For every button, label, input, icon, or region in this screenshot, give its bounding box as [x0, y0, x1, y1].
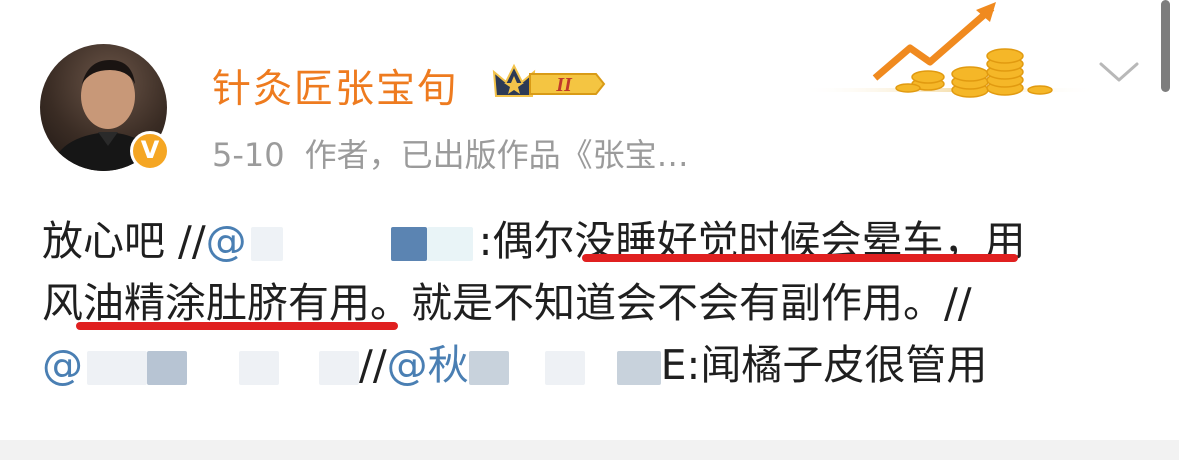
redacted-text — [239, 351, 279, 385]
redacted-text — [390, 227, 427, 261]
rising-chart-coins-icon — [800, 0, 1100, 110]
highlight-underline — [582, 254, 1018, 262]
post-line-3: @ //@秋 E:闻橘子皮很管用 — [42, 334, 1142, 396]
redacted-text — [250, 227, 283, 261]
chevron-down-icon[interactable] — [1096, 56, 1142, 88]
redacted-text — [616, 351, 661, 385]
redacted-text — [468, 351, 509, 385]
mention-link[interactable]: @ — [206, 217, 247, 265]
svg-text:II: II — [555, 74, 573, 96]
redacted-text — [426, 227, 473, 261]
feed-separator — [0, 440, 1179, 460]
post-date[interactable]: 5-10 — [212, 136, 285, 174]
post-text: 放心吧 // — [42, 217, 206, 265]
redacted-text — [87, 351, 147, 385]
highlight-underline — [76, 322, 398, 330]
redacted-text — [319, 351, 359, 385]
scrollbar[interactable] — [1161, 0, 1170, 92]
post-text: E:闻橘子皮很管用 — [660, 341, 988, 389]
mention-link[interactable]: @秋 — [387, 341, 469, 389]
author-name[interactable]: 针灸匠张宝旬 — [212, 58, 458, 114]
redacted-text — [147, 351, 187, 385]
mention-link[interactable]: @ — [42, 341, 83, 389]
post-content: 放心吧 //@:偶尔没睡好觉时候会晕车，用 风油精涂肚脐有用。就是不知道会不会有… — [42, 210, 1142, 396]
post-text: 风油精涂肚脐有用。就是不知道会不会有副作用。// — [42, 279, 972, 327]
redacted-text — [544, 351, 585, 385]
crown-icon: II — [492, 63, 606, 97]
post-line-1: 放心吧 //@:偶尔没睡好觉时候会晕车，用 — [42, 210, 1142, 272]
member-level-badge[interactable]: II — [492, 62, 608, 106]
post-meta: 5-10 作者，已出版作品《张宝… — [212, 130, 689, 176]
post-source: 作者，已出版作品《张宝… — [304, 136, 689, 174]
post-text: // — [359, 341, 387, 389]
verified-badge-icon: V — [130, 131, 170, 171]
